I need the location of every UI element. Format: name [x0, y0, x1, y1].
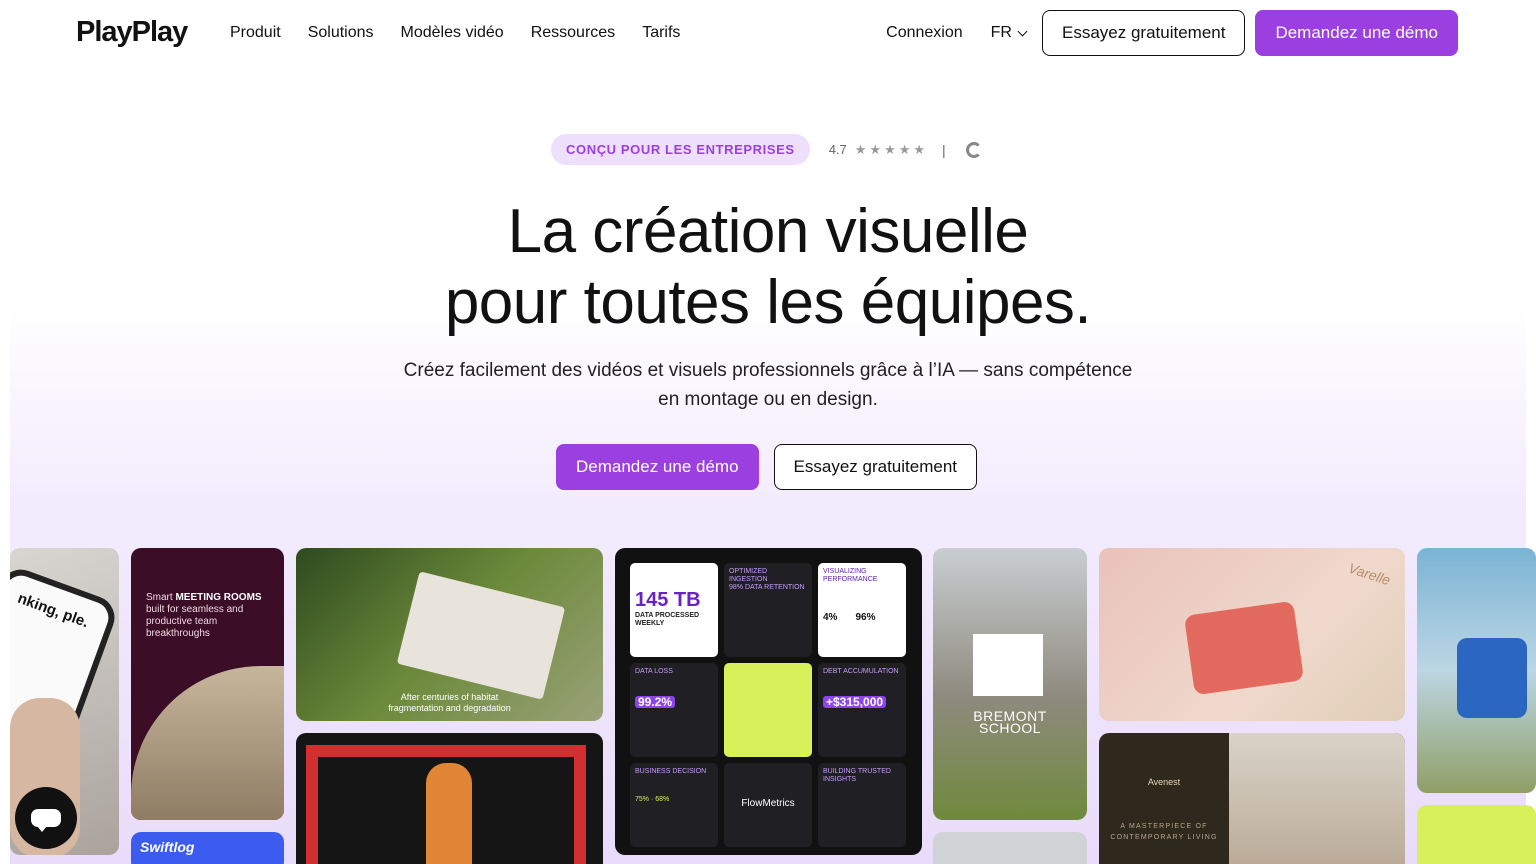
gallery-card-handbag: Varelle — [1099, 548, 1405, 721]
gallery-card-habitat-video: After centuries of habitat fragmentation… — [296, 548, 603, 721]
gallery-card-lime — [1417, 805, 1536, 864]
flow-performance-title: VISUALIZING PERFORMANCE — [823, 568, 878, 583]
flow-pct-1: 4% — [823, 612, 838, 623]
star-rating-icon: ★★★★★ — [854, 141, 929, 157]
hero-subtitle: Créez facilement des vidéos et visuels p… — [0, 356, 1536, 414]
flow-tile-logo: FlowMetrics — [724, 763, 812, 847]
bremont-name: BREMONT SCHOOL — [933, 709, 1087, 736]
meeting-rooms-text: Smart MEETING ROOMS built for seamless a… — [146, 592, 271, 640]
flow-debt-title: DEBT ACCUMULATION — [823, 668, 899, 675]
gallery-card-avenest: Avenest A MASTERPIECE OF CONTEMPORARY LI… — [1099, 733, 1405, 864]
rating-score: 4.7 — [828, 142, 847, 157]
hero-title: La création visuelle pour toutes les équ… — [0, 196, 1536, 338]
flow-tile-performance: VISUALIZING PERFORMANCE 4% 96% — [818, 563, 906, 657]
flow-tile-data-processed: 145 TB DATA PROCESSED WEEKLY — [630, 563, 718, 657]
bremont-line-2: SCHOOL — [978, 720, 1042, 736]
gallery-card-swiftlog: Swiftlog — [131, 832, 284, 864]
flow-data-value: 145 TB — [635, 589, 701, 611]
nav-link-solutions[interactable]: Solutions — [308, 24, 374, 42]
bag-brand-text: Varelle — [1346, 559, 1393, 589]
avenest-tag-line-2: CONTEMPORARY LIVING — [1110, 834, 1218, 841]
flow-ingestion-title: OPTIMIZED INGESTION — [729, 568, 768, 583]
avenest-tag-line-1: A MASTERPIECE OF — [1120, 823, 1208, 830]
handbag-image — [1183, 600, 1305, 696]
chat-widget-button[interactable] — [15, 787, 77, 849]
flow-tile-data-loss: DATA LOSS 99.2% — [630, 663, 718, 757]
page: PlayPlay Produit Solutions Modèles vidéo… — [0, 0, 1536, 864]
flow-loss-title: DATA LOSS — [635, 668, 673, 675]
language-selector[interactable]: FR — [990, 24, 1028, 42]
flow-retention-text: 98% DATA RETENTION — [729, 584, 805, 591]
flow-trusted-title: BUILDING TRUSTED INSIGHTS — [823, 768, 891, 783]
runner-image — [426, 763, 472, 864]
hero-cta-row: Demandez une démo Essayez gratuitement — [556, 444, 978, 490]
flow-data-label: DATA PROCESSED WEEKLY — [635, 612, 700, 627]
worker-image — [1457, 638, 1527, 718]
meeting-rest: built for seamless and productive team b… — [146, 604, 244, 639]
gallery-card-meeting-rooms: Smart MEETING ROOMS built for seamless a… — [131, 548, 284, 820]
nav-link-ressources[interactable]: Ressources — [531, 24, 615, 42]
meeting-prefix: Smart — [146, 592, 176, 603]
chevron-down-icon — [1017, 26, 1028, 36]
playplay-logo[interactable]: PlayPlay — [76, 16, 188, 49]
flow-pct-2: 96% — [855, 612, 876, 623]
language-label: FR — [990, 24, 1012, 41]
avenest-tagline: A MASTERPIECE OF CONTEMPORARY LIVING — [1099, 821, 1229, 843]
hero-demo-button[interactable]: Demandez une démo — [556, 444, 759, 490]
hero-badge-row: CONÇU POUR LES ENTREPRISES 4.7 ★★★★★ | — [551, 134, 982, 165]
chat-bubble-icon — [31, 809, 61, 832]
bremont-logo-icon — [973, 634, 1043, 696]
interior-image — [1229, 733, 1405, 864]
hero-title-line-2: pour toutes les équipes. — [444, 268, 1092, 337]
hero-try-free-button[interactable]: Essayez gratuitement — [773, 444, 978, 490]
flowmetrics-logo: FlowMetrics — [741, 798, 795, 809]
nav-link-produit[interactable]: Produit — [230, 24, 281, 42]
avenest-logo: Avenest — [1147, 777, 1181, 787]
flow-tile-trusted: BUILDING TRUSTED INSIGHTS — [818, 763, 906, 847]
hero-title-line-1: La création visuelle — [507, 197, 1029, 266]
swiftlog-logo: Swiftlog — [140, 839, 195, 855]
flow-tile-ingestion: OPTIMIZED INGESTION 98% DATA RETENTION — [724, 563, 812, 657]
meeting-room-image — [131, 666, 284, 820]
gallery-card-bremont-school: BREMONT SCHOOL — [933, 548, 1087, 820]
gallery-card-flowmetrics: 145 TB DATA PROCESSED WEEKLY OPTIMIZED I… — [615, 548, 922, 855]
gallery-card-worker — [1417, 548, 1536, 793]
meeting-bold: MEETING ROOMS — [175, 592, 262, 603]
flow-decision-values: 75% · 68% — [635, 796, 670, 803]
habitat-caption: After centuries of habitat fragmentation… — [296, 692, 603, 714]
main-menu: Produit Solutions Modèles vidéo Ressourc… — [230, 24, 680, 42]
gallery-card-building — [933, 832, 1087, 864]
rating-separator: | — [942, 141, 946, 158]
g2-logo-icon — [965, 141, 982, 158]
nav-link-tarifs[interactable]: Tarifs — [642, 24, 680, 42]
map-paper-image — [396, 571, 566, 700]
flow-tile-business: BUSINESS DECISION 75% · 68% — [630, 763, 718, 847]
hero-subtitle-line-1: Créez facilement des vidéos et visuels p… — [403, 360, 1133, 381]
flow-tile-debt: DEBT ACCUMULATION +$315,000 — [818, 663, 906, 757]
habitat-caption-line-2: fragmentation and degradation — [388, 703, 511, 713]
enterprise-badge: CONÇU POUR LES ENTREPRISES — [551, 134, 810, 165]
habitat-caption-line-1: After centuries of habitat — [400, 692, 499, 702]
gallery-card-pulse — [296, 733, 603, 864]
flow-tile-portrait — [724, 663, 812, 757]
nav-link-modeles-video[interactable]: Modèles vidéo — [401, 24, 504, 42]
nav-actions: Connexion FR Essayez gratuitement Demand… — [886, 10, 1458, 56]
login-link[interactable]: Connexion — [886, 24, 963, 42]
hero-subtitle-line-2: en montage ou en design. — [658, 389, 878, 410]
request-demo-button[interactable]: Demandez une démo — [1255, 10, 1458, 56]
flow-loss-value: 99.2% — [635, 696, 676, 708]
try-free-button[interactable]: Essayez gratuitement — [1041, 10, 1246, 56]
flow-debt-value: +$315,000 — [823, 696, 887, 708]
flow-decision-title: BUSINESS DECISION — [635, 768, 707, 775]
top-navigation: PlayPlay Produit Solutions Modèles vidéo… — [0, 0, 1536, 66]
